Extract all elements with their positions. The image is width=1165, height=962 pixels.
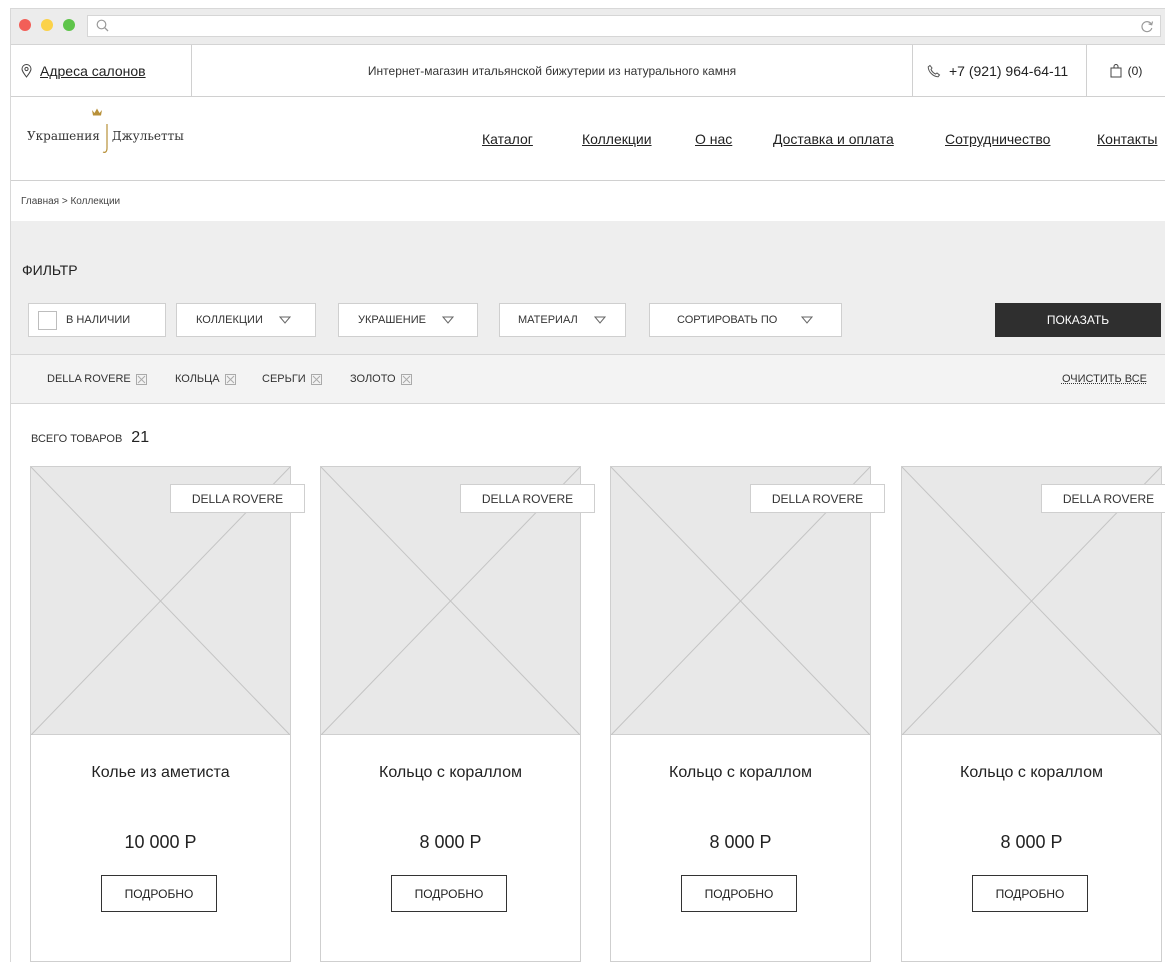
crown-icon bbox=[92, 108, 102, 116]
product-card[interactable]: DELLA ROVERE Кольцо с кораллом 8 000 Р П… bbox=[901, 466, 1165, 962]
location-pin-icon bbox=[21, 63, 32, 78]
triangle-down-icon bbox=[278, 316, 291, 324]
show-button[interactable]: ПОКАЗАТЬ bbox=[995, 303, 1161, 337]
maximize-window-button[interactable] bbox=[63, 19, 75, 31]
collection-tag: DELLA ROVERE bbox=[170, 484, 305, 513]
filter-panel: ФИЛЬТР В НАЛИЧИИ КОЛЛЕКЦИИ УКРАШЕНИЕ МАТ… bbox=[11, 221, 1165, 355]
product-card[interactable]: DELLA ROVERE Колье из аметиста 10 000 Р … bbox=[30, 466, 305, 962]
phone-cell[interactable]: +7 (921) 964-64-11 bbox=[912, 45, 1086, 96]
chip-label: СЕРЬГИ bbox=[262, 373, 306, 385]
chip-label: ЗОЛОТО bbox=[350, 373, 396, 385]
product-price: 10 000 Р bbox=[124, 832, 197, 852]
triangle-down-icon bbox=[593, 316, 606, 324]
info-bar: Адреса салонов Интернет-магазин итальянс… bbox=[11, 45, 1165, 97]
filter-chip[interactable]: ЗОЛОТО bbox=[350, 373, 412, 385]
cart-count: (0) bbox=[1127, 63, 1143, 78]
total-label: ВСЕГО ТОВАРОВ bbox=[31, 433, 123, 445]
jewelry-dropdown[interactable]: УКРАШЕНИЕ bbox=[338, 303, 478, 337]
browser-window: Адреса салонов Интернет-магазин итальянс… bbox=[10, 8, 1165, 962]
in-stock-checkbox[interactable]: В НАЛИЧИИ bbox=[28, 303, 166, 337]
product-card[interactable]: DELLA ROVERE Кольцо с кораллом 8 000 Р П… bbox=[610, 466, 885, 962]
active-filters: DELLA ROVERE КОЛЬЦА СЕРЬГИ ЗОЛОТО ОЧИСТИ… bbox=[11, 355, 1165, 404]
salons-link[interactable]: Адреса салонов bbox=[40, 63, 146, 79]
triangle-down-icon bbox=[801, 316, 814, 324]
collection-tag: DELLA ROVERE bbox=[1041, 484, 1165, 513]
site-header: Украшения Джульетты Каталог Коллекции О … bbox=[11, 97, 1165, 181]
nav-about[interactable]: О нас bbox=[695, 131, 732, 147]
logo-text-left: Украшения bbox=[27, 129, 100, 143]
cart-button[interactable]: (0) bbox=[1086, 45, 1165, 96]
filter-chip[interactable]: DELLA ROVERE bbox=[47, 373, 147, 385]
logo[interactable]: Украшения Джульетты bbox=[27, 113, 184, 159]
store-tagline: Интернет-магазин итальянской бижутерии и… bbox=[367, 63, 737, 78]
browser-toolbar bbox=[11, 9, 1165, 45]
filter-chip[interactable]: СЕРЬГИ bbox=[262, 373, 322, 385]
product-name[interactable]: Кольцо с кораллом bbox=[611, 764, 870, 782]
filter-chip[interactable]: КОЛЬЦА bbox=[175, 373, 236, 385]
search-icon bbox=[96, 19, 109, 32]
product-price: 8 000 Р bbox=[1000, 832, 1063, 852]
product-name[interactable]: Кольцо с кораллом bbox=[902, 764, 1161, 782]
phone-icon bbox=[927, 64, 941, 77]
product-card[interactable]: DELLA ROVERE Кольцо с кораллом 8 000 Р П… bbox=[320, 466, 595, 962]
logo-text-right: Джульетты bbox=[111, 129, 184, 143]
details-button[interactable]: ПОДРОБНО bbox=[101, 875, 217, 912]
checkbox-box[interactable] bbox=[38, 310, 57, 330]
nav-cooperation[interactable]: Сотрудничество bbox=[945, 131, 1050, 147]
close-window-button[interactable] bbox=[19, 19, 31, 31]
close-box-icon[interactable] bbox=[224, 373, 236, 385]
address-bar[interactable] bbox=[87, 15, 1161, 37]
nav-collections[interactable]: Коллекции bbox=[582, 131, 652, 147]
sort-dropdown[interactable]: СОРТИРОВАТЬ ПО bbox=[649, 303, 842, 337]
product-price: 8 000 Р bbox=[709, 832, 772, 852]
material-label: МАТЕРИАЛ bbox=[518, 314, 578, 326]
close-box-icon[interactable] bbox=[400, 373, 412, 385]
filter-title: ФИЛЬТР bbox=[22, 262, 78, 278]
breadcrumb[interactable]: Главная > Коллекции bbox=[11, 181, 1165, 221]
product-name[interactable]: Кольцо с кораллом bbox=[321, 764, 580, 782]
shopping-bag-icon bbox=[1110, 63, 1122, 77]
collection-tag: DELLA ROVERE bbox=[750, 484, 885, 513]
product-price: 8 000 Р bbox=[419, 832, 482, 852]
logo-j-mark bbox=[102, 124, 108, 153]
clear-all-link[interactable]: ОЧИСТИТЬ ВСЕ bbox=[1062, 373, 1147, 385]
collections-label: КОЛЛЕКЦИИ bbox=[196, 314, 263, 326]
total-count: 21 bbox=[131, 429, 150, 446]
triangle-down-icon bbox=[441, 316, 454, 324]
phone-number[interactable]: +7 (921) 964-64-11 bbox=[949, 63, 1068, 79]
nav-delivery-payment[interactable]: Доставка и оплата bbox=[773, 131, 894, 147]
sort-label: СОРТИРОВАТЬ ПО bbox=[677, 314, 778, 326]
close-box-icon[interactable] bbox=[135, 373, 147, 385]
refresh-icon[interactable] bbox=[1140, 19, 1154, 33]
details-button[interactable]: ПОДРОБНО bbox=[681, 875, 797, 912]
nav-contacts[interactable]: Контакты bbox=[1097, 131, 1157, 147]
close-box-icon[interactable] bbox=[310, 373, 322, 385]
collection-tag: DELLA ROVERE bbox=[460, 484, 595, 513]
material-dropdown[interactable]: МАТЕРИАЛ bbox=[499, 303, 626, 337]
collections-dropdown[interactable]: КОЛЛЕКЦИИ bbox=[176, 303, 316, 337]
chip-label: DELLA ROVERE bbox=[47, 373, 131, 385]
nav-catalog[interactable]: Каталог bbox=[482, 131, 533, 147]
product-name[interactable]: Колье из аметиста bbox=[31, 764, 290, 782]
details-button[interactable]: ПОДРОБНО bbox=[972, 875, 1088, 912]
total-products: ВСЕГО ТОВАРОВ 21 bbox=[31, 429, 149, 447]
in-stock-label: В НАЛИЧИИ bbox=[66, 314, 131, 326]
salons-cell: Адреса салонов bbox=[11, 45, 192, 96]
jewelry-label: УКРАШЕНИЕ bbox=[358, 314, 426, 326]
chip-label: КОЛЬЦА bbox=[175, 373, 220, 385]
minimize-window-button[interactable] bbox=[41, 19, 53, 31]
details-button[interactable]: ПОДРОБНО bbox=[391, 875, 507, 912]
